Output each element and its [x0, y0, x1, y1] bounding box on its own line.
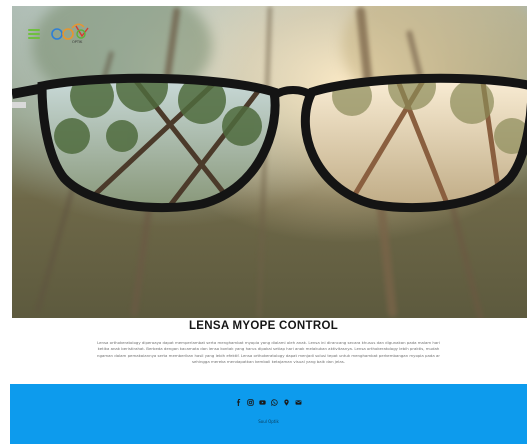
top-nav: OPTIK [28, 22, 94, 46]
brand-logo-icon [51, 23, 89, 40]
brand-logo[interactable]: OPTIK [48, 22, 94, 46]
logo-text: OPTIK [72, 40, 83, 44]
instagram-icon[interactable] [247, 399, 254, 406]
youtube-icon[interactable] [259, 399, 266, 406]
page-title: LENSA MYOPE CONTROL [188, 320, 339, 332]
email-icon[interactable] [295, 399, 302, 406]
footer-brand-link[interactable]: Soul Optik [10, 419, 527, 424]
eyeglasses [12, 73, 527, 213]
hero-image [12, 6, 527, 318]
location-pin-icon[interactable] [283, 399, 290, 406]
footer: Soul Optik [10, 384, 527, 444]
description: Lensa orthokeratology diperoaya dapat me… [10, 340, 527, 365]
description-line: sehingga mereka mendapatkan kembali keta… [192, 358, 345, 364]
social-links [10, 399, 527, 406]
facebook-icon[interactable] [235, 399, 242, 406]
whatsapp-icon[interactable] [271, 399, 278, 406]
hamburger-menu-icon[interactable] [28, 29, 40, 39]
